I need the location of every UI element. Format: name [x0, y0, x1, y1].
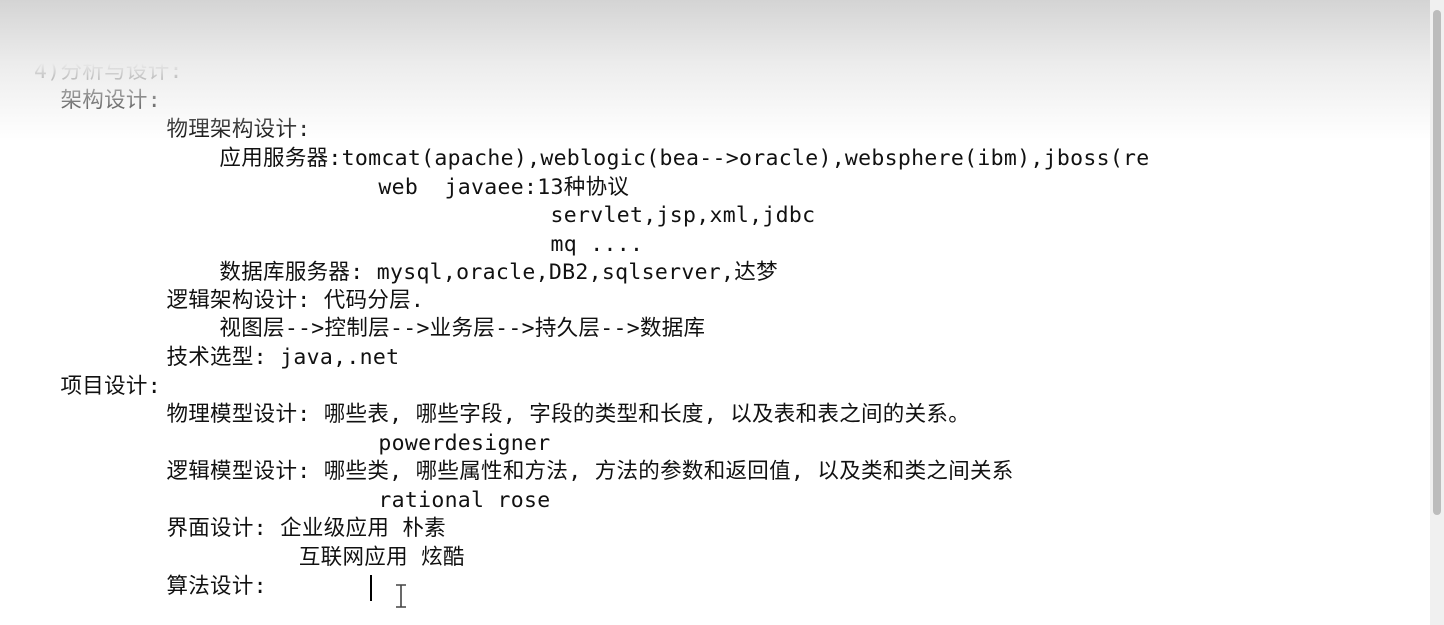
text-editor[interactable]: 产品经理,需求调研 项目原型:容易确定需求,开发项目时作为jsp网页. 4)分析…	[0, 0, 1430, 625]
text-line: mq ....	[34, 232, 644, 257]
text-line: 应用服务器:tomcat(apache),weblogic(bea-->orac…	[34, 146, 1150, 171]
vertical-scrollbar[interactable]	[1430, 0, 1444, 625]
text-line: 技术选型: java,.net	[34, 345, 400, 370]
text-line: 视图层-->控制层-->业务层-->持久层-->数据库	[34, 316, 706, 341]
text-line: 物理架构设计:	[34, 117, 311, 142]
text-line: rational rose	[34, 488, 551, 513]
text-line: 逻辑架构设计: 代码分层.	[34, 288, 425, 313]
text-line: 4)分析与设计:	[34, 59, 183, 84]
text-line: 数据库服务器: mysql,oracle,DB2,sqlserver,达梦	[34, 260, 778, 285]
text-line: 项目原型:容易确定需求,开发项目时作为jsp网页.	[34, 30, 555, 55]
text-line: 互联网应用 炫酷	[34, 545, 465, 570]
scrollbar-thumb[interactable]	[1433, 10, 1441, 515]
text-line: 产品经理,需求调研	[34, 1, 249, 26]
text-caret	[370, 575, 372, 601]
text-line: 逻辑模型设计: 哪些类, 哪些属性和方法, 方法的参数和返回值, 以及类和类之间…	[34, 459, 1014, 484]
text-line: web javaee:13种协议	[34, 175, 630, 200]
text-line: powerdesigner	[34, 431, 551, 456]
text-line: 算法设计:	[34, 574, 281, 599]
text-line: 架构设计:	[34, 88, 161, 113]
text-line: 项目设计:	[34, 374, 161, 399]
text-line: 物理模型设计: 哪些表, 哪些字段, 字段的类型和长度, 以及表和表之间的关系。	[34, 402, 970, 427]
text-line: servlet,jsp,xml,jdbc	[34, 203, 816, 228]
ibeam-cursor-icon	[396, 584, 406, 608]
text-line: 界面设计: 企业级应用 朴素	[34, 516, 446, 541]
